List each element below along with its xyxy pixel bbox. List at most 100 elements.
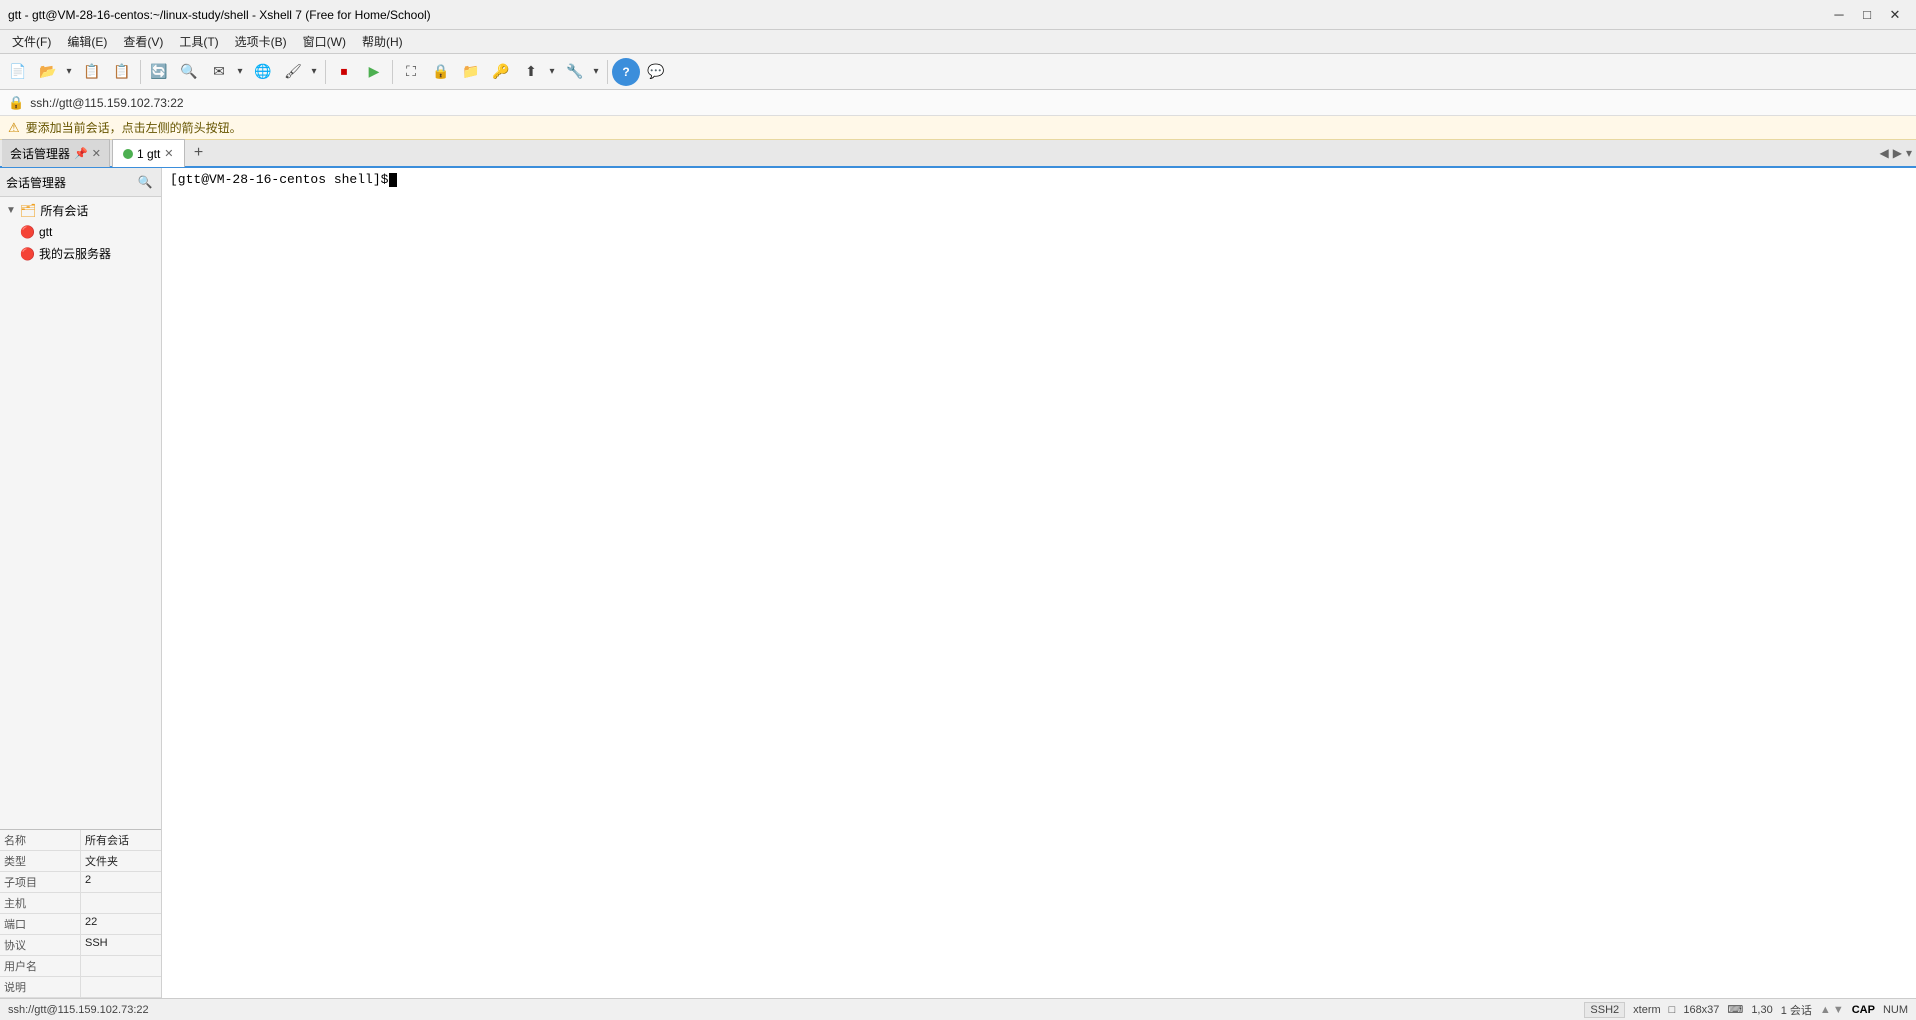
tab-dropdown[interactable]: ▾ [1906,146,1912,160]
globe-button[interactable]: 🌐 [249,58,277,86]
tree-node-gtt[interactable]: 🔴 gtt [0,222,161,242]
session-mgr-label: 会话管理器 [10,145,70,162]
tab-right-controls: ◀ ▶ ▾ [1880,146,1916,160]
menu-item-编辑E[interactable]: 编辑(E) [59,31,115,52]
menu-item-查看V[interactable]: 查看(V) [115,31,171,52]
gtt-label: gtt [39,225,52,239]
tab-1-close[interactable]: ✕ [164,147,173,160]
brush-group: 🖌 ▾ [279,58,321,86]
prop-value-主机 [81,893,162,914]
tools-dropdown[interactable]: ▾ [589,58,603,86]
info-icon: ⚠ [8,120,20,136]
keyboard-icon: ⌨ [1727,1003,1743,1016]
fullscreen-button[interactable]: ⛶ [397,58,425,86]
prop-key-子项目: 子项目 [0,872,81,893]
status-address: ssh://gtt@115.159.102.73:22 [8,1004,149,1016]
tab-1-gtt[interactable]: 1 gtt ✕ [112,139,185,167]
prop-key-端口: 端口 [0,914,81,935]
transfer-dropdown[interactable]: ▾ [545,58,559,86]
arrow-up-icon[interactable]: ▲ [1820,1004,1831,1016]
script-button[interactable]: 🔑 [487,58,515,86]
server-icon-gtt: 🔴 [20,225,35,239]
tree-node-all-sessions[interactable]: ▼ 🗂 所有会话 [0,199,161,222]
search-button[interactable]: 🔍 [175,58,203,86]
folder-open-button[interactable]: 📁 [457,58,485,86]
status-position: 1,30 [1751,1004,1772,1016]
session-mgr-close[interactable]: ✕ [92,147,101,160]
compose-dropdown[interactable]: ▾ [233,58,247,86]
compose-group: ✉ ▾ [205,58,247,86]
comment-button[interactable]: 💬 [642,58,670,86]
sidebar-search-icon[interactable]: 🔍 [135,172,155,192]
globe-group: 🌐 [249,58,277,86]
tab-add-button[interactable]: + [187,142,211,164]
help-button[interactable]: ? [612,58,640,86]
brush-dropdown[interactable]: ▾ [307,58,321,86]
menu-item-选项卡B[interactable]: 选项卡(B) [227,31,295,52]
open-group: 📂 ▾ [34,58,76,86]
cloud-servers-label: 我的云服务器 [39,245,111,262]
terminal-prompt: [gtt@VM-28-16-centos shell]$ [170,172,1908,187]
paste-button[interactable]: 📋 [108,58,136,86]
server-icon-cloud: 🔴 [20,247,35,261]
prop-value-类型: 文件夹 [81,851,162,872]
prop-value-名称: 所有会话 [81,830,162,851]
properties-table: 名称所有会话类型文件夹子项目2主机端口22协议SSH用户名说明 [0,830,161,998]
title-bar: gtt - gtt@VM-28-16-centos:~/linux-study/… [0,0,1916,30]
close-button[interactable]: ✕ [1882,5,1908,25]
reconnect-button[interactable]: 🔄 [145,58,173,86]
status-num: NUM [1883,1004,1908,1016]
menu-item-窗口W[interactable]: 窗口(W) [295,31,354,52]
address-text: ssh://gtt@115.159.102.73:22 [30,96,183,110]
window-controls: ─ □ ✕ [1826,5,1908,25]
record-button[interactable]: ▶ [360,58,388,86]
menu-item-文件F[interactable]: 文件(F) [4,31,59,52]
open-dropdown[interactable]: ▾ [62,58,76,86]
menu-item-工具T[interactable]: 工具(T) [171,31,226,52]
cursor-block [389,173,397,187]
sidebar-header: 会话管理器 🔍 [0,168,161,197]
prop-value-端口: 22 [81,914,162,935]
transfer-button[interactable]: ⬆ [517,58,545,86]
status-sessions: 1 会话 [1781,1002,1812,1018]
new-session-button[interactable]: 📄 [4,58,32,86]
separator-2 [325,60,326,84]
properties-panel: 名称所有会话类型文件夹子项目2主机端口22协议SSH用户名说明 [0,829,161,998]
toolbar: 📄 📂 ▾ 📋 📋 🔄 🔍 ✉ ▾ 🌐 🖌 ▾ ⏹ ▶ ⛶ 🔒 📁 🔑 ⬆ ▾ … [0,54,1916,90]
status-term: xterm [1633,1004,1661,1016]
transfer-group: ⬆ ▾ [517,58,559,86]
open-button[interactable]: 📂 [34,58,62,86]
arrow-down-icon[interactable]: ▼ [1833,1004,1844,1016]
prop-value-子项目: 2 [81,872,162,893]
session-manager-tab[interactable]: 会话管理器 📌 ✕ [2,139,110,167]
address-bar: 🔒 ssh://gtt@115.159.102.73:22 [0,90,1916,116]
status-bar: ssh://gtt@115.159.102.73:22 SSH2 xterm □… [0,998,1916,1020]
pin-icon[interactable]: 📌 [74,147,88,160]
copy-button[interactable]: 📋 [78,58,106,86]
folder-icon-all: 🗂 [20,203,37,219]
compose-button[interactable]: ✉ [205,58,233,86]
status-arrows: ▲ ▼ [1820,1004,1844,1016]
prop-value-协议: SSH [81,935,162,956]
prop-key-说明: 说明 [0,977,81,998]
tab-scroll-right[interactable]: ▶ [1893,146,1902,160]
stop-button[interactable]: ⏹ [330,58,358,86]
tab-1-label: 1 gtt [137,147,160,161]
menu-item-帮助H[interactable]: 帮助(H) [354,31,411,52]
brush-button[interactable]: 🖌 [279,58,307,86]
prop-value-说明 [81,977,162,998]
tree-node-cloud-servers[interactable]: 🔴 我的云服务器 [0,242,161,265]
lock-button[interactable]: 🔒 [427,58,455,86]
tab-scroll-left[interactable]: ◀ [1880,146,1889,160]
tools-button[interactable]: 🔧 [561,58,589,86]
menu-bar: 文件(F)编辑(E)查看(V)工具(T)选项卡(B)窗口(W)帮助(H) [0,30,1916,54]
maximize-button[interactable]: □ [1854,5,1880,25]
prop-key-名称: 名称 [0,830,81,851]
all-sessions-label: 所有会话 [40,202,88,219]
terminal-area[interactable]: [gtt@VM-28-16-centos shell]$ [162,168,1916,998]
status-cap: CAP [1852,1004,1875,1016]
reconnect-group: 🔄 [145,58,173,86]
expand-icon: ▼ [6,205,16,216]
minimize-button[interactable]: ─ [1826,5,1852,25]
status-protocol: SSH2 [1584,1002,1625,1018]
